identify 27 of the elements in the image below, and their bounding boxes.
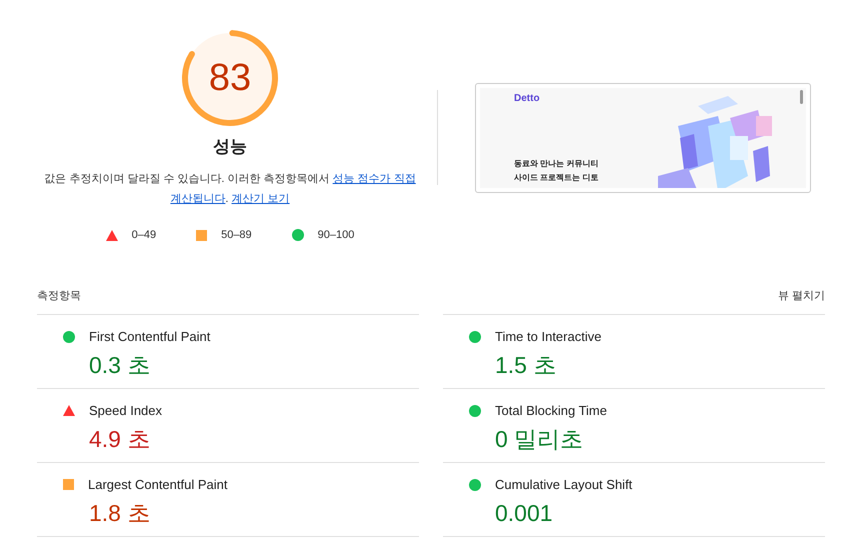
score-description: 값은 추정치이며 달라질 수 있습니다. 이러한 측정항목에서 성능 점수가 직접 계산됩니다. 계산기 보기 xyxy=(43,172,417,207)
metric-name: First Contentful Paint xyxy=(89,328,210,346)
metrics-title: 측정항목 xyxy=(37,288,81,304)
legend-label: 0–49 xyxy=(132,228,156,243)
score-link[interactable]: 성능 점수가 직접 xyxy=(332,173,416,185)
metric-value: 0 밀리초 xyxy=(495,424,584,452)
metric-name: Time to Interactive xyxy=(495,328,602,346)
metric-name: Largest Contentful Paint xyxy=(88,476,228,494)
metric-value: 4.9 초 xyxy=(89,424,152,452)
site-logo: Detto xyxy=(514,94,540,104)
legend-label: 50–89 xyxy=(221,228,252,243)
headline-text: 사이드 프로젝트는 디토 xyxy=(514,172,600,184)
metric-value: 0.001 xyxy=(495,498,554,526)
metric-value: 1.5 초 xyxy=(495,350,558,378)
metric-value: 1.8 초 xyxy=(89,498,152,526)
scrollbar xyxy=(800,90,803,104)
legend-label: 90–100 xyxy=(318,228,354,243)
metric-value: 0.3 초 xyxy=(89,350,152,378)
metric-name: Speed Index xyxy=(89,402,162,420)
headline-text: 동료와 만나는 커뮤니티 xyxy=(514,158,600,170)
score-value: 83 xyxy=(208,59,252,97)
calculator-link[interactable]: 계산기 보기 xyxy=(232,193,290,205)
metric-name: Total Blocking Time xyxy=(495,402,607,420)
score-link[interactable]: 계산됩니다 xyxy=(170,193,226,205)
metric-name: Cumulative Layout Shift xyxy=(495,476,632,494)
category-title: 성능 xyxy=(213,138,247,155)
expand-view-button[interactable]: 뷰 펼치기 xyxy=(778,288,825,304)
